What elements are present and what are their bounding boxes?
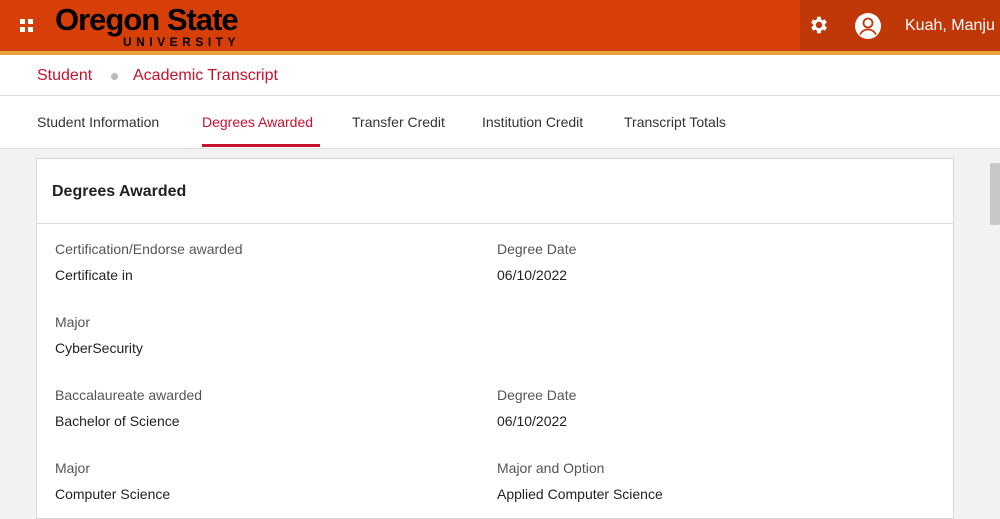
field-label-major: Major bbox=[55, 314, 91, 330]
field-label-degree-date-2: Degree Date bbox=[497, 387, 577, 403]
field-value-major: CyberSecurity bbox=[55, 340, 143, 356]
field-label-baccalaureate: Baccalaureate awarded bbox=[55, 387, 203, 403]
scrollbar-thumb[interactable] bbox=[990, 163, 1000, 225]
breadcrumb-student[interactable]: Student bbox=[37, 66, 92, 86]
user-avatar-icon[interactable] bbox=[855, 13, 881, 39]
tab-institution-credit[interactable]: Institution Credit bbox=[482, 113, 583, 131]
card-header: Degrees Awarded bbox=[37, 159, 953, 224]
field-value-major-2: Computer Science bbox=[55, 486, 171, 502]
logo-main-text: Oregon State bbox=[55, 2, 239, 37]
tab-transfer-credit[interactable]: Transfer Credit bbox=[352, 113, 445, 131]
apps-grid-icon[interactable] bbox=[20, 19, 34, 33]
field-label-degree-date: Degree Date bbox=[497, 241, 577, 257]
breadcrumb: Student Academic Transcript bbox=[0, 55, 1000, 96]
logo-sub-text: UNIVERSITY bbox=[123, 35, 241, 49]
breadcrumb-academic-transcript[interactable]: Academic Transcript bbox=[133, 66, 278, 86]
breadcrumb-separator bbox=[111, 73, 118, 80]
university-logo[interactable]: Oregon State UNIVERSITY bbox=[55, 2, 240, 50]
tab-transcript-totals[interactable]: Transcript Totals bbox=[624, 113, 726, 131]
tab-bar: Student Information Degrees Awarded Tran… bbox=[0, 96, 1000, 149]
user-name[interactable]: Kuah, Manju bbox=[905, 16, 995, 36]
field-label-certification: Certification/Endorse awarded bbox=[55, 241, 243, 257]
field-label-major-2: Major bbox=[55, 460, 91, 476]
card-title: Degrees Awarded bbox=[52, 183, 187, 200]
tab-student-information[interactable]: Student Information bbox=[37, 113, 159, 131]
degrees-awarded-card: Degrees Awarded Certification/Endorse aw… bbox=[36, 158, 954, 519]
field-value-major-option: Applied Computer Science bbox=[497, 486, 663, 502]
field-value-baccalaureate: Bachelor of Science bbox=[55, 413, 180, 429]
active-tab-indicator bbox=[202, 144, 320, 147]
page-scrollbar[interactable] bbox=[985, 149, 1000, 519]
field-value-degree-date-2: 06/10/2022 bbox=[497, 413, 568, 429]
gear-icon[interactable] bbox=[808, 14, 830, 36]
field-value-certification: Certificate in bbox=[55, 267, 133, 283]
tab-degrees-awarded[interactable]: Degrees Awarded bbox=[202, 113, 313, 131]
field-label-major-option: Major and Option bbox=[497, 460, 605, 476]
field-value-degree-date: 06/10/2022 bbox=[497, 267, 568, 283]
